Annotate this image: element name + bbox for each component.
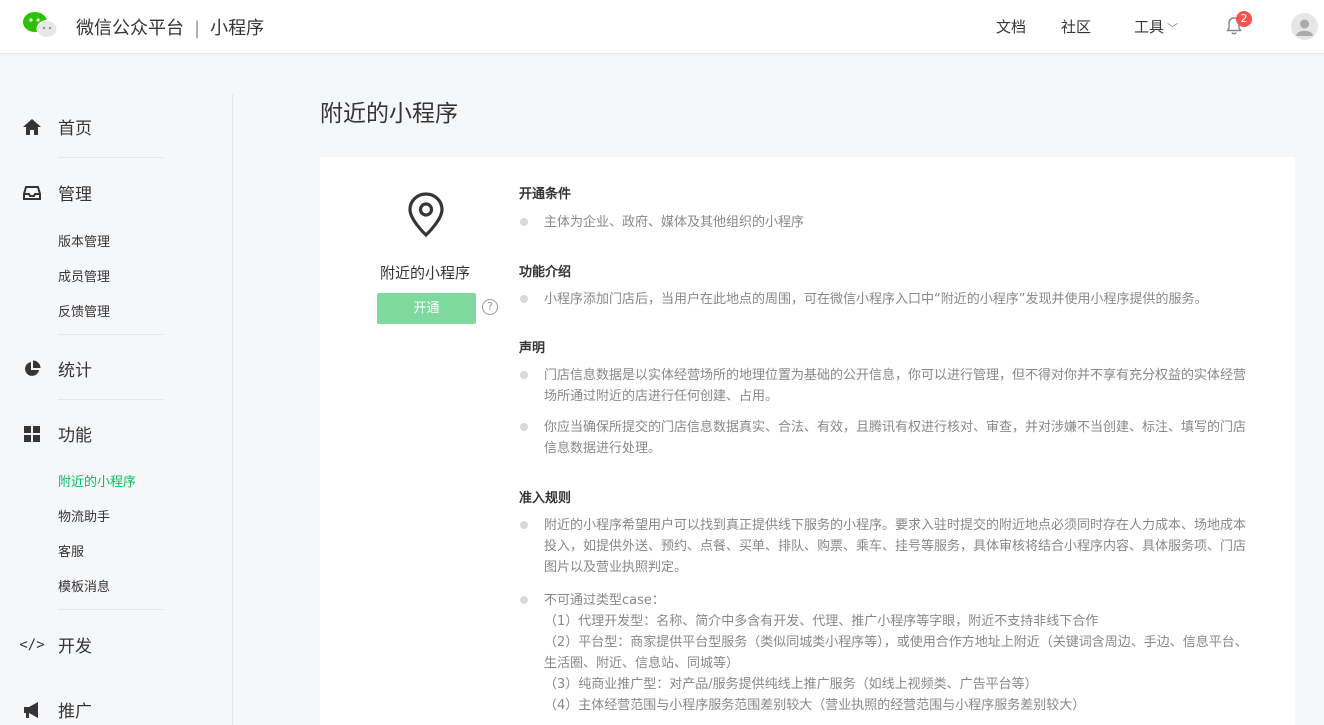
case-item-4: （4）主体经营范围与小程序服务范围差别较大（营业执照的经营范围与小程序服务差别较… bbox=[544, 698, 1086, 713]
sidebar-item-stats[interactable]: 统计 bbox=[22, 356, 92, 381]
inbox-icon bbox=[22, 183, 42, 203]
pie-chart-icon bbox=[22, 359, 42, 379]
sidebar-label-stats: 统计 bbox=[58, 361, 92, 381]
brand-name: 微信公众平台 bbox=[76, 18, 184, 39]
location-pin-icon bbox=[408, 192, 444, 238]
sidebar-label-features: 功能 bbox=[58, 426, 92, 446]
sidebar-item-nearby-miniprogram[interactable]: 附近的小程序 bbox=[58, 471, 136, 490]
intro-text: 小程序添加门店后，当用户在此地点的周围，可在微信小程序入口中“附近的小程序”发现… bbox=[544, 292, 1208, 307]
page-title: 附近的小程序 bbox=[320, 101, 458, 127]
grid-icon bbox=[22, 424, 42, 444]
sidebar-label-promote: 推广 bbox=[58, 702, 92, 722]
divider bbox=[58, 157, 164, 158]
sidebar-item-logistics[interactable]: 物流助手 bbox=[58, 506, 110, 525]
case-item-1: （1）代理开发型：名称、简介中多含有开发、代理、推广小程序等字眼，附近不支持非线… bbox=[544, 614, 1099, 629]
sidebar-label-manage: 管理 bbox=[58, 185, 92, 205]
rules-heading: 准入规则 bbox=[519, 491, 572, 506]
notification-badge: 2 bbox=[1236, 11, 1252, 27]
bullet-dot bbox=[520, 295, 528, 303]
brand-separator: | bbox=[194, 18, 201, 39]
sidebar-item-members[interactable]: 成员管理 bbox=[58, 266, 110, 285]
divider bbox=[58, 609, 164, 610]
brand-title[interactable]: 微信公众平台 | 小程序 bbox=[76, 14, 264, 40]
nav-tools-menu[interactable]: 工具 ﹀ bbox=[1134, 16, 1178, 37]
nav-docs-link[interactable]: 文档 bbox=[996, 16, 1026, 37]
sidebar-item-version[interactable]: 版本管理 bbox=[58, 231, 110, 250]
product-name: 小程序 bbox=[210, 18, 265, 39]
megaphone-icon bbox=[22, 700, 42, 720]
bullet-dot bbox=[520, 596, 528, 604]
divider bbox=[58, 399, 164, 400]
user-icon bbox=[1296, 19, 1313, 36]
feature-name: 附近的小程序 bbox=[380, 264, 471, 282]
case-item-3: （3）纯商业推广型：对产品/服务提供纯线上推广服务（如线上视频类、广告平台等） bbox=[544, 677, 1038, 692]
case-item-2: （2）平台型：商家提供平台型服务（类似同城类小程序等），或使用合作方地址上附近（… bbox=[544, 635, 1248, 671]
top-bar: 微信公众平台 | 小程序 文档 社区 工具 ﹀ 2 bbox=[0, 0, 1324, 54]
sidebar-item-promote[interactable]: 推广 bbox=[22, 697, 92, 722]
home-icon bbox=[22, 117, 42, 137]
bullet-dot bbox=[520, 218, 528, 226]
divider bbox=[58, 334, 164, 335]
sidebar-label-develop: 开发 bbox=[58, 637, 92, 657]
rules-text-2-title: 不可通过类型case： bbox=[544, 593, 665, 608]
chevron-down-icon: ﹀ bbox=[1167, 22, 1179, 35]
code-icon: </> bbox=[19, 636, 45, 653]
help-icon[interactable]: ? bbox=[482, 299, 498, 315]
intro-heading: 功能介绍 bbox=[519, 265, 572, 280]
bullet-dot bbox=[520, 521, 528, 529]
wechat-logo-icon[interactable] bbox=[22, 11, 58, 39]
statement-heading: 声明 bbox=[519, 341, 546, 356]
rules-text-1: 附近的小程序希望用户可以找到真正提供线下服务的小程序。要求入驻时提交的附近地点必… bbox=[544, 518, 1247, 575]
sidebar-divider bbox=[232, 94, 233, 725]
conditions-heading: 开通条件 bbox=[519, 187, 572, 202]
statement-text-2: 你应当确保所提交的门店信息数据真实、合法、有效，且腾讯有权进行核对、审查，并对涉… bbox=[544, 420, 1247, 456]
nav-community-link[interactable]: 社区 bbox=[1061, 16, 1091, 37]
sidebar-item-manage[interactable]: 管理 bbox=[22, 180, 92, 205]
sidebar-item-customer-service[interactable]: 客服 bbox=[58, 541, 84, 560]
sidebar-item-template-message[interactable]: 模板消息 bbox=[58, 576, 110, 595]
bullet-dot bbox=[520, 423, 528, 431]
sidebar-item-feedback[interactable]: 反馈管理 bbox=[58, 301, 110, 320]
sidebar-item-develop[interactable]: </> 开发 bbox=[19, 632, 92, 658]
sidebar-item-home[interactable]: 首页 bbox=[22, 114, 92, 139]
open-button[interactable]: 开通 bbox=[377, 293, 476, 324]
sidebar-item-features[interactable]: 功能 bbox=[22, 421, 92, 446]
nav-tools-label: 工具 bbox=[1134, 18, 1165, 36]
sidebar-label-home: 首页 bbox=[58, 119, 92, 139]
statement-text-1: 门店信息数据是以实体经营场所的地理位置为基础的公开信息，你可以进行管理，但不得对… bbox=[544, 368, 1247, 404]
avatar[interactable] bbox=[1291, 13, 1318, 40]
bullet-dot bbox=[520, 371, 528, 379]
conditions-text: 主体为企业、政府、媒体及其他组织的小程序 bbox=[544, 215, 805, 230]
